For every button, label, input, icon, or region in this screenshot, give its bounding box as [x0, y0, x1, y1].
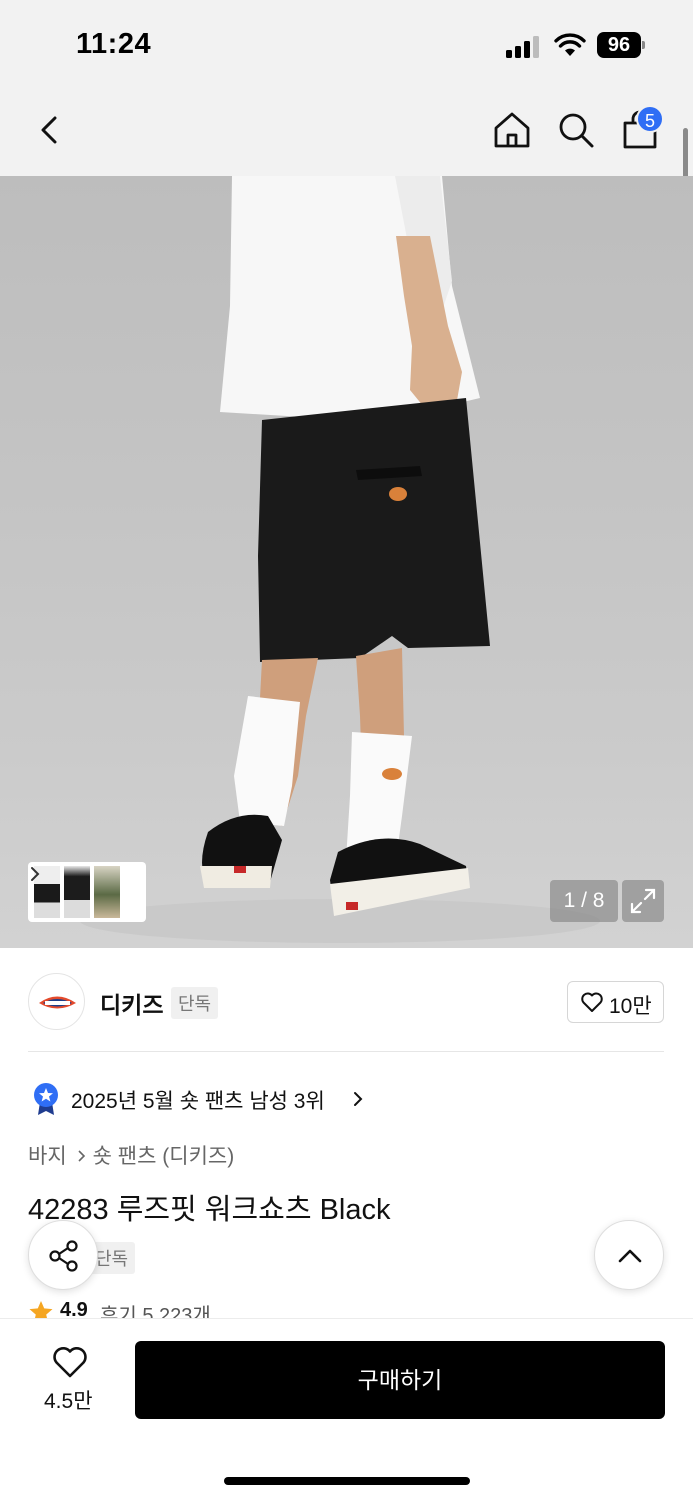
expand-icon	[630, 888, 656, 914]
chevron-right-icon[interactable]	[28, 862, 42, 886]
exclusive-tag: 단독	[171, 987, 219, 1019]
product-image-gallery[interactable]: 1 / 8	[0, 176, 693, 948]
home-icon[interactable]	[490, 108, 534, 152]
ranking-link[interactable]: 2025년 5월 숏 팬츠 남성 3위	[71, 1085, 325, 1115]
expand-button[interactable]	[622, 880, 664, 922]
brand-like-button[interactable]: 10만	[567, 981, 664, 1023]
heart-icon	[581, 992, 603, 1012]
chevron-right-icon	[78, 1150, 85, 1162]
top-nav-bar	[0, 90, 693, 176]
home-indicator[interactable]	[224, 1477, 470, 1485]
status-bar: 11:24 96	[0, 0, 693, 90]
image-page-counter: 1 / 8	[550, 880, 618, 922]
chevron-up-icon	[618, 1249, 642, 1263]
breadcrumb-item-pants[interactable]: 바지	[28, 1145, 67, 1168]
share-button[interactable]	[28, 1220, 98, 1290]
thumbnail-strip[interactable]	[28, 862, 146, 922]
chevron-right-icon[interactable]	[352, 1089, 364, 1109]
thumbnail-image[interactable]	[94, 866, 120, 918]
share-icon	[49, 1240, 78, 1272]
status-time: 11:24	[76, 28, 152, 60]
scroll-to-top-button[interactable]	[594, 1220, 664, 1290]
buy-button[interactable]: 구매하기	[135, 1341, 665, 1419]
heart-icon[interactable]	[51, 1345, 89, 1379]
brand-like-count: 10만	[609, 995, 652, 1018]
battery-level: 96	[597, 32, 641, 58]
battery-icon: 96	[597, 32, 645, 58]
wifi-icon	[554, 33, 586, 56]
brand-logo[interactable]	[28, 973, 85, 1030]
cart-count-badge: 5	[636, 105, 664, 133]
thumbnail-image[interactable]	[64, 866, 90, 918]
breadcrumb-item-shorts[interactable]: 숏 팬츠 (디키즈)	[93, 1145, 235, 1168]
breadcrumb: 바지 숏 팬츠 (디키즈)	[28, 1140, 234, 1170]
dickies-logo-icon	[39, 996, 76, 1009]
rank-badge-icon	[34, 1083, 58, 1115]
wish-count: 4.5만	[44, 1390, 93, 1413]
back-icon[interactable]	[30, 110, 70, 150]
product-title: 42283 루즈핏 워크쇼츠 Black	[28, 1194, 391, 1226]
cellular-signal-icon	[506, 34, 542, 58]
search-icon[interactable]	[554, 108, 598, 152]
brand-name[interactable]: 디키즈	[100, 986, 163, 1020]
bottom-action-bar: 4.5만 구매하기	[0, 1318, 693, 1500]
divider	[28, 1051, 664, 1052]
product-photo	[80, 176, 600, 943]
